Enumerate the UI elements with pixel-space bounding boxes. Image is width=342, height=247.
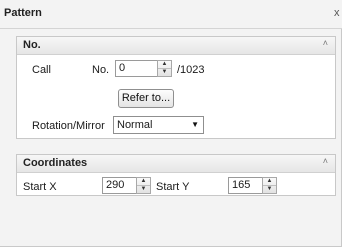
coordinates-section-title: Coordinates <box>23 157 88 169</box>
spin-down-icon[interactable]: ▼ <box>263 186 276 193</box>
coordinates-section-header[interactable]: Coordinates ˄ <box>17 155 335 173</box>
refer-to-button[interactable]: Refer to... <box>118 89 174 108</box>
start-y-spinner[interactable]: ▲ ▼ <box>262 177 277 194</box>
rotation-mirror-label: Rotation/Mirror <box>32 120 105 132</box>
no-section: No. ˄ Call No. 0 ▲ ▼ /1023 Refer to... R… <box>16 36 336 139</box>
spin-down-icon[interactable]: ▼ <box>158 69 171 76</box>
coordinates-section: Coordinates ˄ Start X 290 ▲ ▼ Start Y 16… <box>16 154 336 196</box>
spin-down-icon[interactable]: ▼ <box>137 186 150 193</box>
rotation-mirror-select[interactable]: Normal ▼ <box>113 116 204 134</box>
spin-up-icon[interactable]: ▲ <box>158 61 171 69</box>
no-section-title: No. <box>23 39 41 51</box>
call-label: Call <box>32 64 51 76</box>
spin-up-icon[interactable]: ▲ <box>263 178 276 186</box>
collapse-icon[interactable]: ˄ <box>323 38 328 48</box>
start-x-label: Start X <box>23 181 57 193</box>
no-total-label: /1023 <box>177 64 205 76</box>
pattern-panel: Pattern x No. ˄ Call No. 0 ▲ ▼ /1023 Ref… <box>0 0 342 247</box>
collapse-icon[interactable]: ˄ <box>323 156 328 166</box>
close-icon[interactable]: x <box>334 7 340 19</box>
start-x-spinner[interactable]: ▲ ▼ <box>136 177 151 194</box>
no-section-header[interactable]: No. ˄ <box>17 37 335 55</box>
no-spinner[interactable]: ▲ ▼ <box>157 60 172 77</box>
start-y-label: Start Y <box>156 181 190 193</box>
panel-title: Pattern <box>4 7 42 19</box>
rotation-mirror-value: Normal <box>117 119 153 131</box>
chevron-down-icon: ▼ <box>191 120 199 129</box>
panel-titlebar: Pattern x <box>0 0 342 29</box>
spin-up-icon[interactable]: ▲ <box>137 178 150 186</box>
no-label: No. <box>92 64 110 76</box>
